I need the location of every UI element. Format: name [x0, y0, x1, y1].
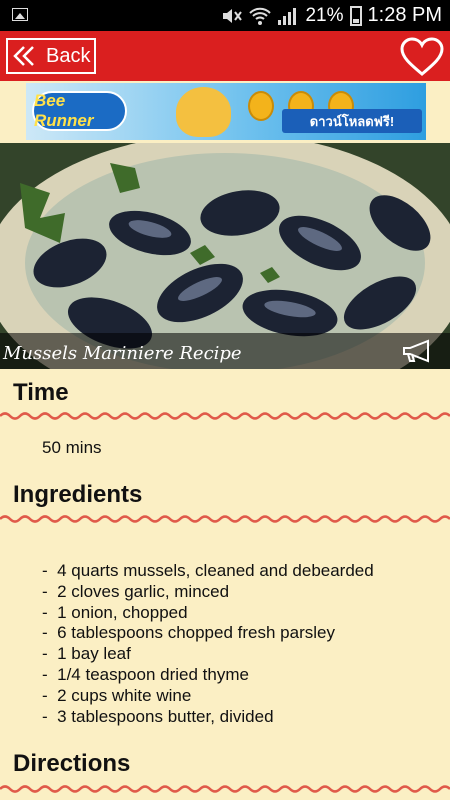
coin-icon: [248, 91, 274, 121]
time-heading: Time: [13, 379, 69, 406]
status-bar-right: 21% 1:28 PM: [221, 0, 442, 31]
status-bar: 21% 1:28 PM: [0, 0, 450, 31]
favorite-heart-icon[interactable]: [400, 37, 444, 77]
ingredients-heading: Ingredients: [13, 481, 143, 508]
wifi-icon: [249, 7, 272, 25]
list-item: 1 onion, chopped: [42, 603, 374, 624]
signal-icon: [278, 7, 297, 25]
list-item: 4 quarts mussels, cleaned and debearded: [42, 561, 374, 582]
double-chevron-left-icon: [13, 46, 34, 66]
ad-logo: Bee Runner: [32, 91, 127, 131]
list-item: 2 cups white wine: [42, 686, 374, 707]
list-item: 6 tablespoons chopped fresh parsley: [42, 623, 374, 644]
ad-banner[interactable]: Bee Runner ดาวน์โหลดฟรี!: [26, 83, 426, 140]
mute-icon: [223, 8, 243, 23]
list-item: 2 cloves garlic, minced: [42, 582, 374, 603]
app-header: Back: [0, 31, 450, 81]
battery-icon: [349, 5, 362, 26]
section-divider: [0, 412, 450, 420]
back-button[interactable]: Back: [6, 38, 96, 74]
ad-character-image: [176, 87, 231, 137]
back-label: Back: [46, 44, 91, 67]
ad-download-text: ดาวน์โหลดฟรี!: [282, 109, 422, 133]
clock: 1:28 PM: [367, 4, 442, 26]
megaphone-icon[interactable]: [402, 339, 436, 363]
directions-heading: Directions: [13, 750, 131, 777]
list-item: 1/4 teaspoon dried thyme: [42, 665, 374, 686]
gallery-notification-icon: [12, 8, 28, 21]
recipe-photo: Mussels Mariniere Recipe: [0, 143, 450, 369]
time-value: 50 mins: [42, 438, 102, 457]
section-divider: [0, 515, 450, 523]
section-divider: [0, 785, 450, 793]
ingredients-list: 4 quarts mussels, cleaned and debearded …: [42, 561, 374, 727]
recipe-title: Mussels Mariniere Recipe: [3, 343, 242, 364]
photo-caption-bar: Mussels Mariniere Recipe: [0, 333, 450, 369]
battery-percentage: 21%: [305, 4, 344, 26]
list-item: 1 bay leaf: [42, 644, 374, 665]
list-item: 3 tablespoons butter, divided: [42, 707, 374, 728]
